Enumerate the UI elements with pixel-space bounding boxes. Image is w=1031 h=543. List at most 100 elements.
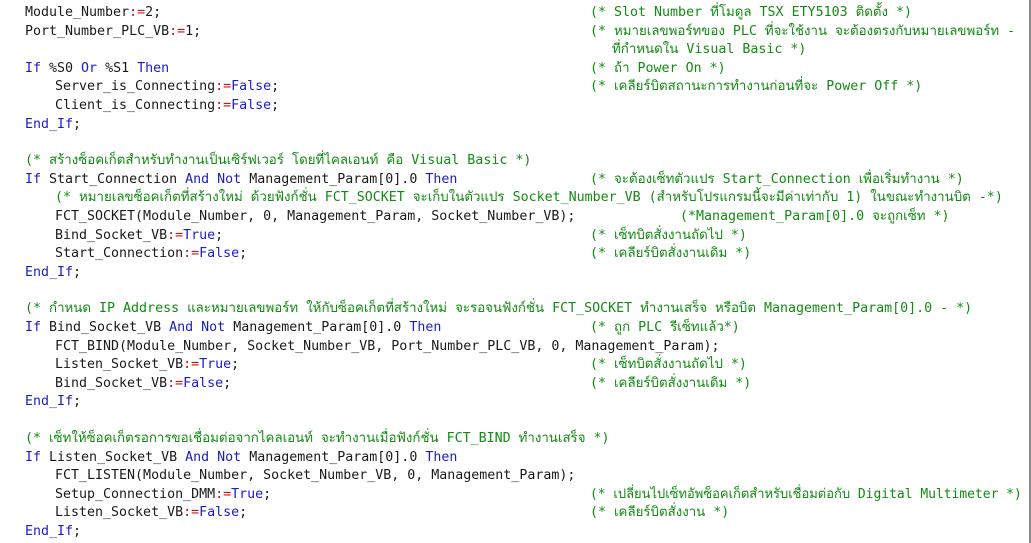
code-text: FCT_BIND(Module_Number, Socket_Number_VB… xyxy=(55,338,719,356)
keyword-token: Or xyxy=(81,60,98,76)
code-token: ; xyxy=(193,23,202,39)
keyword-token: False xyxy=(199,505,240,521)
code-token: FCT_SOCKET(Module_Number, 0, Management_… xyxy=(55,209,568,224)
code-text: FCT_SOCKET(Module_Number, 0, Management_… xyxy=(55,208,575,226)
keyword-token: False xyxy=(199,246,240,262)
keyword-token: True xyxy=(199,357,232,373)
code-line[interactable]: Client_is_Connecting:=False; xyxy=(0,97,1025,115)
keyword-token: Then xyxy=(425,449,458,465)
code-line[interactable]: Port_Number_PLC_VB:=1; (* หมายเลขพอร์ทของ… xyxy=(0,23,1025,41)
code-comment: (* กำหนด IP Address และหมายเลขพอร์ท ให้ก… xyxy=(25,301,973,317)
code-token: Client_is_Connecting xyxy=(55,98,216,113)
code-text: Setup_Connection_DMM:=True; xyxy=(55,486,271,504)
code-comment: ที่กำหนดใน Visual Basic *) xyxy=(612,42,807,58)
code-text: Listen_Socket_VB:=True; xyxy=(55,356,239,374)
code-comment: (* เปลี่ยนไปเซ็ทอัพซ็อคเก็ตสำหรับเชื่อมต… xyxy=(590,486,1022,502)
code-token: 1 xyxy=(185,23,194,39)
keyword-token: Then xyxy=(137,60,170,76)
code-token: ; xyxy=(73,394,82,410)
keyword-token: And xyxy=(169,320,194,335)
code-comment: (* สร้างซ็อคเก็ตสำหรับทำงานเป็นเซิร์ฟเวอ… xyxy=(25,153,532,169)
code-token: ; xyxy=(239,246,248,262)
code-line[interactable]: Module_Number:=2; (* Slot Number ที่โมดูล… xyxy=(0,4,1025,22)
code-line[interactable]: End_If; xyxy=(0,523,1025,541)
code-token: ; xyxy=(231,357,240,373)
code-line[interactable]: If Bind_Socket_VB And Not Management_Par… xyxy=(0,319,1025,337)
code-line[interactable]: FCT_LISTEN(Module_Number, Socket_Number_… xyxy=(0,467,1025,485)
code-text: FCT_LISTEN(Module_Number, Socket_Number_… xyxy=(55,467,575,485)
code-token: ; xyxy=(73,264,82,280)
keyword-token: End_If xyxy=(25,116,74,132)
keyword-token: And xyxy=(185,449,210,465)
code-text: End_If; xyxy=(25,264,81,282)
operator-token: := xyxy=(169,23,186,39)
code-line[interactable]: Bind_Socket_VB:=True; (* เซ็ทบิตสั่งงานถั… xyxy=(0,227,1025,245)
operator-token: := xyxy=(215,486,232,502)
code-text: Bind_Socket_VB:=False; xyxy=(55,375,231,393)
code-line[interactable]: Bind_Socket_VB:=False; (* เคลียร์บิตสั่งง… xyxy=(0,375,1025,393)
keyword-token: False xyxy=(183,375,224,391)
keyword-token: True xyxy=(231,486,264,502)
code-token: ; xyxy=(567,468,576,484)
code-line[interactable]: Server_is_Connecting:=False; (* เคลียร์บิ… xyxy=(0,78,1025,96)
code-token: FCT_BIND(Module_Number, Socket_Number_VB… xyxy=(55,338,712,354)
code-text: End_If; xyxy=(25,523,81,541)
code-token: Bind_Socket_VB xyxy=(55,375,168,391)
keyword-token: End_If xyxy=(25,524,74,539)
code-editor[interactable]: Module_Number:=2; (* Slot Number ที่โมดูล… xyxy=(0,0,1031,543)
keyword-token: If xyxy=(25,60,42,76)
code-line[interactable]: ที่กำหนดใน Visual Basic *) xyxy=(0,41,1025,59)
code-token: ; xyxy=(711,338,720,354)
code-line[interactable]: If Start_Connection And Not Management_P… xyxy=(0,171,1025,189)
code-text: Start_Connection:=False; xyxy=(55,245,247,263)
code-line[interactable]: FCT_BIND(Module_Number, Socket_Number_VB… xyxy=(0,338,1025,356)
code-token: Start_Connection xyxy=(41,171,186,187)
code-token: Listen_Socket_VB xyxy=(41,449,186,465)
operator-token: := xyxy=(183,505,200,521)
keyword-token: If xyxy=(25,320,42,335)
code-comment: (* หมายเลขซ็อคเก็ตที่สร้างใหม่ ด้วยฟังก์… xyxy=(55,190,1003,206)
code-token: Management_Param[0].0 xyxy=(225,320,410,335)
code-line[interactable]: End_If; xyxy=(0,393,1025,411)
code-token: Management_Param[0].0 xyxy=(241,449,426,465)
code-token: Module_Number xyxy=(25,5,130,20)
code-line[interactable]: If Listen_Socket_VB And Not Management_P… xyxy=(0,449,1025,467)
operator-token: := xyxy=(167,227,184,243)
code-comment: (* เคลียร์บิตสั่งงาน *) xyxy=(590,505,730,521)
code-token: %S0 xyxy=(41,60,82,76)
code-token: ; xyxy=(73,116,82,132)
code-token: 2 xyxy=(145,5,154,20)
code-text: Module_Number:=2; xyxy=(25,4,161,22)
code-line[interactable]: (* เซ็ทให้ซ็อคเก็ตรอการขอเชื่อมต่อจากไคล… xyxy=(0,430,1025,448)
code-line[interactable]: Setup_Connection_DMM:=True; (* เปลี่ยนไปเ… xyxy=(0,486,1025,504)
code-comment: (*Management_Param[0].0 จะถูกเซ็ท *) xyxy=(680,209,950,224)
keyword-token: Then xyxy=(425,171,458,187)
code-line[interactable]: (* หมายเลขซ็อคเก็ตที่สร้างใหม่ ด้วยฟังก์… xyxy=(0,189,1025,207)
code-comment: (* ถ้า Power On *) xyxy=(590,60,726,76)
code-line[interactable]: Start_Connection:=False; (* เคลียร์บิตสั่… xyxy=(0,245,1025,263)
code-token: Setup_Connection_DMM xyxy=(55,486,216,502)
code-line[interactable]: (* กำหนด IP Address และหมายเลขพอร์ท ให้ก… xyxy=(0,300,1025,318)
code-token: ; xyxy=(263,486,272,502)
code-token: Listen_Socket_VB xyxy=(55,505,184,521)
code-line[interactable]: FCT_SOCKET(Module_Number, 0, Management_… xyxy=(0,208,1025,226)
code-line[interactable]: Listen_Socket_VB:=False; (* เคลียร์บิตสั่… xyxy=(0,504,1025,522)
code-token: Start_Connection xyxy=(55,246,184,262)
code-text: Listen_Socket_VB:=False; xyxy=(55,504,247,522)
code-comment: (* เซ็ทบิตสั่งงานถัดไป *) xyxy=(590,357,747,373)
code-line[interactable]: Listen_Socket_VB:=True; (* เซ็ทบิตสั่งงาน… xyxy=(0,356,1025,374)
code-line[interactable]: End_If; xyxy=(0,264,1025,282)
code-text: Server_is_Connecting:=False; xyxy=(55,78,279,96)
code-token: Management_Param[0].0 xyxy=(241,171,426,187)
code-line[interactable]: If %S0 Or %S1 Then (* ถ้า Power On *) xyxy=(0,60,1025,78)
code-token: ; xyxy=(567,209,576,224)
code-line[interactable]: (* สร้างซ็อคเก็ตสำหรับทำงานเป็นเซิร์ฟเวอ… xyxy=(0,152,1025,170)
code-line[interactable]: End_If; xyxy=(0,116,1025,134)
code-text: If Start_Connection And Not Management_P… xyxy=(25,171,457,189)
code-comment: (* เคลียร์บิตสั่งงานเดิม *) xyxy=(590,375,752,391)
code-comment: (* หมายเลขพอร์ทของ PLC ที่จะใช้งาน จะต้อ… xyxy=(590,23,1016,39)
code-token: FCT_LISTEN(Module_Number, Socket_Number_… xyxy=(55,468,568,484)
